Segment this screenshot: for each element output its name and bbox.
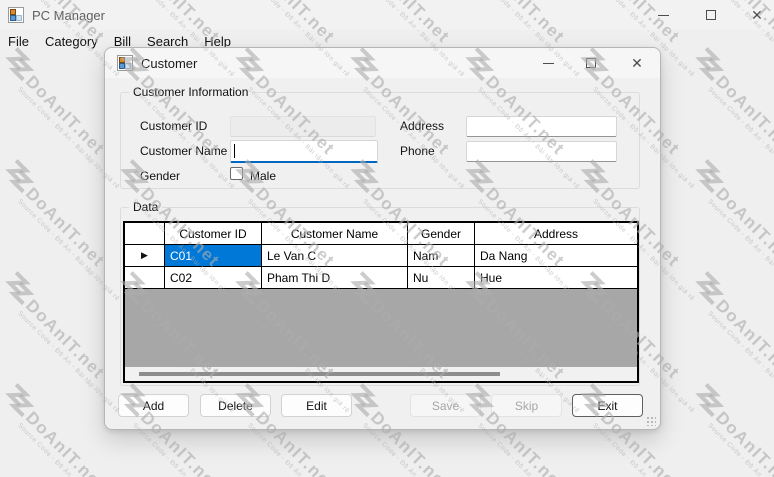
- edit-button[interactable]: Edit: [281, 394, 352, 417]
- grid-column-header[interactable]: Customer Name: [262, 223, 408, 244]
- customer-id-input[interactable]: [230, 116, 376, 137]
- address-input[interactable]: [466, 116, 617, 137]
- customer-grid: Customer ID Customer Name Gender Address ▶ C…: [123, 221, 639, 383]
- row-selector-cell[interactable]: ▶: [125, 245, 165, 266]
- grid-cell[interactable]: C02: [165, 267, 262, 288]
- gender-label: Gender: [140, 169, 181, 183]
- watermark-tile: DoAnIT.netSource Code - Đồ Án - Bài tập …: [695, 383, 774, 477]
- watermark-subtext: Source Code - Đồ Án - Bài tập lớn giá rẻ: [706, 421, 774, 477]
- data-group-title: Data: [129, 200, 163, 214]
- watermark-logo-icon: [5, 271, 35, 306]
- dialog-icon: [117, 55, 133, 71]
- dialog-title: Customer: [141, 56, 198, 71]
- row-selector-cell[interactable]: [125, 267, 165, 288]
- grid-header-row: Customer ID Customer Name Gender Address: [125, 223, 637, 245]
- watermark-subtext: Source Code - Đồ Án - Bài tập lớn giá rẻ: [131, 421, 237, 477]
- watermark-logo-icon: [695, 159, 725, 194]
- male-checkbox[interactable]: [230, 167, 243, 180]
- menu-item-category[interactable]: Category: [37, 30, 106, 52]
- watermark-subtext: Source Code - Đồ Án - Bài tập lớn giá rẻ: [246, 421, 352, 477]
- grid-cell[interactable]: Da Nang: [475, 245, 637, 266]
- watermark-subtext: Source Code - Đồ Án - Bài tập lớn giá rẻ: [706, 85, 774, 191]
- maximize-icon: [706, 10, 716, 20]
- grid-row[interactable]: C02 Pham Thi D Nu Hue: [125, 267, 637, 289]
- customer-id-label: Customer ID: [140, 119, 208, 133]
- watermark-subtext: Source Code - Đồ Án - Bài tập lớn giá rẻ: [476, 421, 582, 477]
- watermark-tile: DoAnIT.netSource Code - Đồ Án - Bài tập …: [695, 47, 774, 191]
- minimize-button[interactable]: [646, 0, 680, 30]
- phone-label: Phone: [400, 144, 435, 158]
- grid-cell[interactable]: Le Van C: [262, 245, 408, 266]
- watermark-subtext: Source Code - Đồ Án - Bài tập lớn giá rẻ: [16, 421, 122, 477]
- grid-corner-cell[interactable]: [125, 223, 165, 244]
- app-icon: [8, 7, 24, 23]
- exit-button[interactable]: Exit: [572, 394, 643, 417]
- grid-column-header[interactable]: Customer ID: [165, 223, 262, 244]
- male-checkbox-label: Male: [250, 169, 277, 183]
- watermark-subtext: Source Code - Đồ Án - Bài tập lớn giá rẻ: [591, 421, 697, 477]
- maximize-button[interactable]: [694, 0, 728, 30]
- close-button[interactable]: ✕: [740, 0, 774, 30]
- watermark-logo-icon: [5, 383, 35, 418]
- screen: PC Manager ✕ File Category Bill Search Help …: [0, 0, 774, 477]
- menu-item-file[interactable]: File: [0, 30, 37, 52]
- delete-button[interactable]: Delete: [200, 394, 271, 417]
- grid-cell-selected[interactable]: C01: [165, 245, 262, 266]
- save-button[interactable]: Save: [410, 394, 481, 417]
- dialog-close-button[interactable]: ✕: [617, 48, 657, 78]
- watermark-logo-icon: [5, 159, 35, 194]
- resize-grip-icon[interactable]: [645, 415, 656, 426]
- watermark-subtext: Source Code - Đồ Án - Bài tập lớn giá rẻ: [706, 309, 774, 415]
- watermark-subtext: Source Code - Đồ Án - Bài tập lớn giá rẻ: [361, 421, 467, 477]
- grid-column-header[interactable]: Address: [475, 223, 637, 244]
- close-icon: ✕: [751, 7, 763, 23]
- scrollbar-thumb[interactable]: [139, 372, 500, 376]
- grid-cell[interactable]: Nu: [408, 267, 475, 288]
- dialog-maximize-button[interactable]: [571, 48, 611, 78]
- text-caret: [234, 144, 235, 158]
- window-title: PC Manager: [32, 7, 105, 23]
- dialog-minimize-icon: [542, 62, 554, 64]
- watermark-subtext: Source Code - Đồ Án - Bài tập lớn giá rẻ: [706, 197, 774, 303]
- customer-dialog: Customer ✕ Customer Information Customer…: [104, 47, 661, 430]
- watermark-text: DoAnIT.net: [711, 407, 774, 477]
- address-label: Address: [400, 119, 445, 133]
- grid-cell[interactable]: Hue: [475, 267, 637, 288]
- customer-information-group-title: Customer Information: [129, 85, 253, 99]
- watermark-tile: DoAnIT.netSource Code - Đồ Án - Bài tập …: [695, 271, 774, 415]
- dialog-titlebar: Customer ✕: [105, 48, 660, 78]
- watermark-tile: DoAnIT.netSource Code - Đồ Án - Bài tập …: [695, 159, 774, 303]
- add-button[interactable]: Add: [118, 394, 189, 417]
- skip-button[interactable]: Skip: [491, 394, 562, 417]
- dialog-close-icon: ✕: [631, 55, 643, 71]
- grid-cell[interactable]: Nam: [408, 245, 475, 266]
- app-icon-light-square: [16, 15, 22, 21]
- dialog-minimize-button[interactable]: [528, 48, 568, 78]
- watermark-text: DoAnIT.net: [711, 183, 774, 271]
- dialog-icon-light-square: [125, 63, 131, 69]
- watermark-text: DoAnIT.net: [711, 295, 774, 383]
- watermark-logo-icon: [695, 383, 725, 418]
- grid-row[interactable]: ▶ C01 Le Van C Nam Da Nang: [125, 245, 637, 267]
- watermark-text: DoAnIT.net: [711, 71, 774, 159]
- phone-input[interactable]: [466, 141, 617, 162]
- grid-column-header[interactable]: Gender: [408, 223, 475, 244]
- current-row-arrow-icon: ▶: [141, 250, 148, 260]
- minimize-icon: [657, 14, 669, 16]
- customer-name-input[interactable]: [230, 140, 378, 163]
- grid-horizontal-scrollbar[interactable]: [125, 367, 637, 381]
- grid-cell[interactable]: Pham Thi D: [262, 267, 408, 288]
- customer-name-label: Customer Name: [140, 144, 228, 158]
- grid-empty-area: [125, 289, 637, 367]
- dialog-maximize-icon: [586, 58, 596, 68]
- watermark-logo-icon: [695, 271, 725, 306]
